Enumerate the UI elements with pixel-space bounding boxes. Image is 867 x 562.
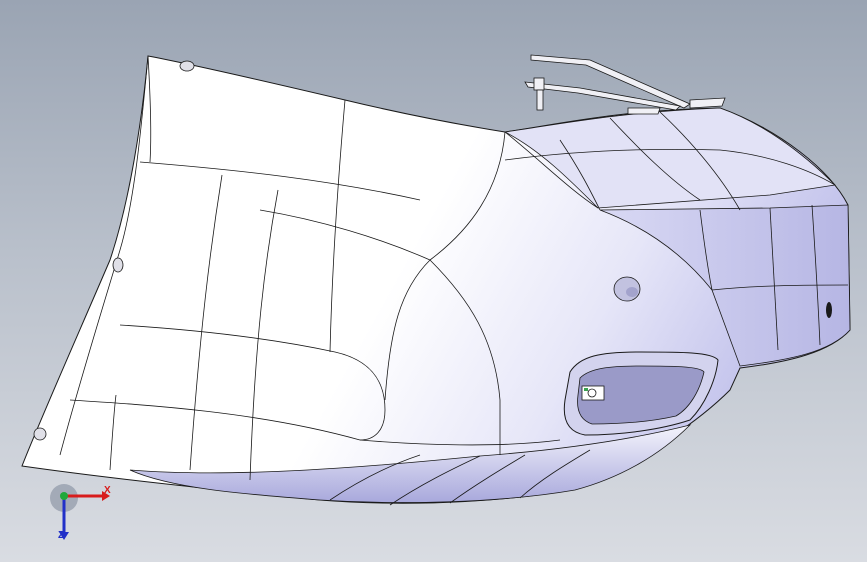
side-marker-slot <box>826 302 832 318</box>
coordinate-triad: X Z <box>44 480 114 550</box>
bumper-model[interactable] <box>0 0 867 562</box>
z-axis-label: Z <box>58 530 65 541</box>
mounting-bracket <box>524 54 726 115</box>
x-axis-label: X <box>104 485 111 496</box>
exhaust-cutout <box>563 351 719 436</box>
cad-viewport[interactable]: X Z <box>0 0 867 562</box>
